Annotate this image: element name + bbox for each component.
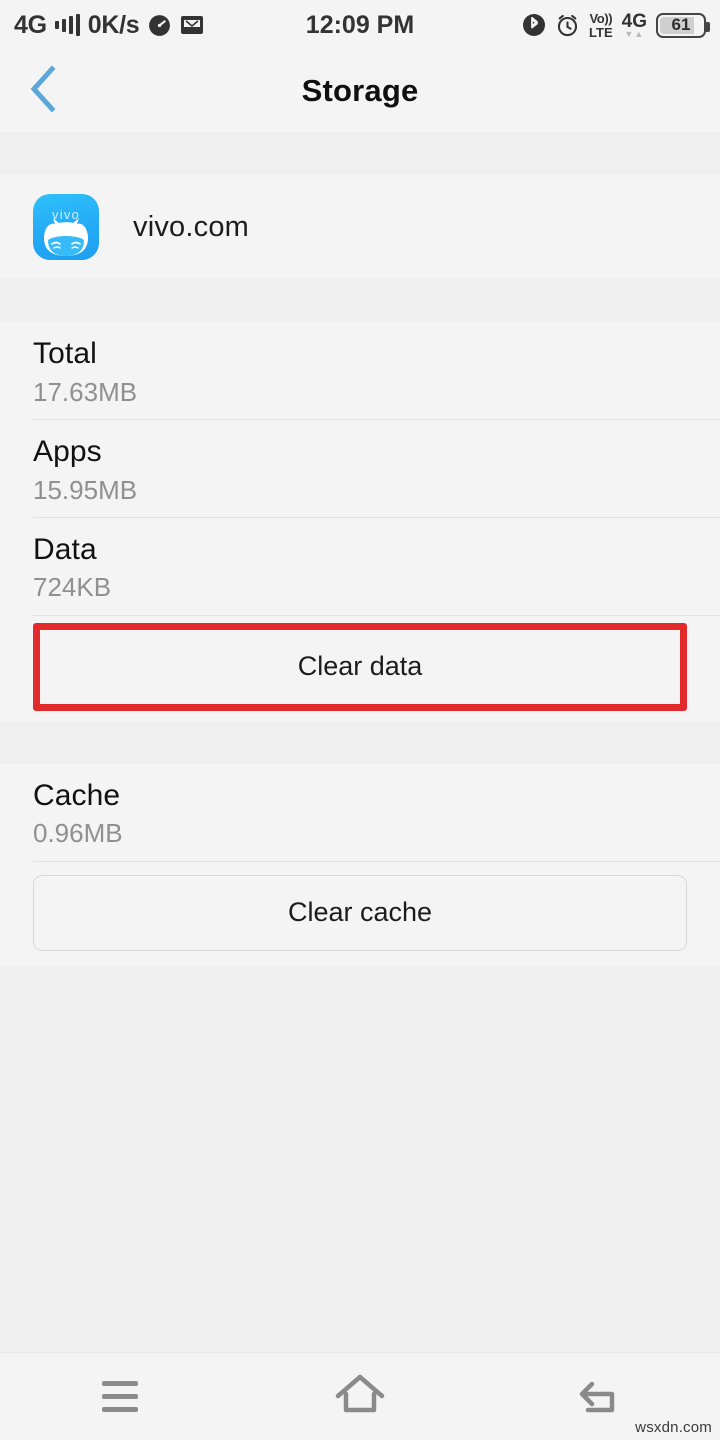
back-arrow-icon [574,1372,626,1421]
status-bar-right: Vo)) LTE 4G ▼▲ 61 [522,12,710,39]
battery-icon: 61 [656,12,710,38]
battery-percent-label: 61 [671,15,691,34]
storage-row-data: Data 724KB [0,518,720,615]
cache-label: Cache [33,778,121,812]
clear-cache-button[interactable]: Clear cache [33,874,687,951]
section-gap-mid [0,279,720,322]
section-gap-top [0,132,720,175]
home-icon [332,1372,388,1421]
alarm-clock-icon [555,13,580,38]
data-rate-label: 0K/s [87,10,140,39]
clear-data-button-wrap: Clear data [0,616,720,721]
volte-top-label: Vo)) [589,10,613,26]
home-button[interactable] [240,1353,480,1440]
storage-row-label: Apps [33,434,102,468]
speedometer-icon [147,13,172,38]
clock-label: 12:09 PM [305,10,415,39]
storage-row-value: 15.95MB [33,474,138,505]
cache-value: 0.96MB [33,818,123,849]
storage-row-label: Total [33,337,97,370]
storage-row-label: Data [33,532,97,566]
network-type-label: 4G [14,10,47,39]
storage-row-total: Total 17.63MB [0,322,720,419]
empty-area [0,966,720,1327]
mail-icon [180,14,204,36]
status-bar: 4G 0K/s 12:09 PM Vo)) LTE 4G ▼▲ 61 [0,0,720,50]
vivo-app-icon: vivo [33,194,99,260]
page-title: Storage [301,73,419,108]
network-badge-label: 4G [621,10,647,32]
storage-row-value: 17.63MB [33,376,138,407]
system-navigation-bar: wsxdn.com [0,1352,720,1440]
status-bar-left: 4G 0K/s [14,11,204,40]
section-gap-cache [0,720,720,764]
cache-row: Cache 0.96MB [0,764,720,861]
signal-bars-icon [54,14,80,36]
volte-bottom-label: LTE [589,24,613,40]
bluetooth-icon [522,13,546,37]
app-name-label: vivo.com [133,210,250,243]
menu-icon [102,1381,138,1412]
recent-apps-button[interactable] [0,1353,240,1440]
title-bar: Storage [0,50,720,132]
network-badge: 4G ▼▲ [622,12,647,39]
cache-section: Cache 0.96MB Clear cache [0,763,720,967]
app-header-row[interactable]: vivo vivo.com [0,175,720,279]
storage-section: Total 17.63MB Apps 15.95MB Data 724KB Cl… [0,322,720,721]
watermark-label: wsxdn.com [635,1419,712,1436]
clear-data-button[interactable]: Clear data [33,628,687,705]
storage-row-value: 724KB [33,572,112,603]
volte-icon: Vo)) LTE [589,12,613,39]
data-arrows-icon: ▼▲ [624,28,645,39]
phone-screen: 4G 0K/s 12:09 PM Vo)) LTE 4G ▼▲ 61 Stora… [0,0,720,1440]
clear-cache-button-wrap: Clear cache [0,862,720,967]
storage-row-apps: Apps 15.95MB [0,420,720,517]
